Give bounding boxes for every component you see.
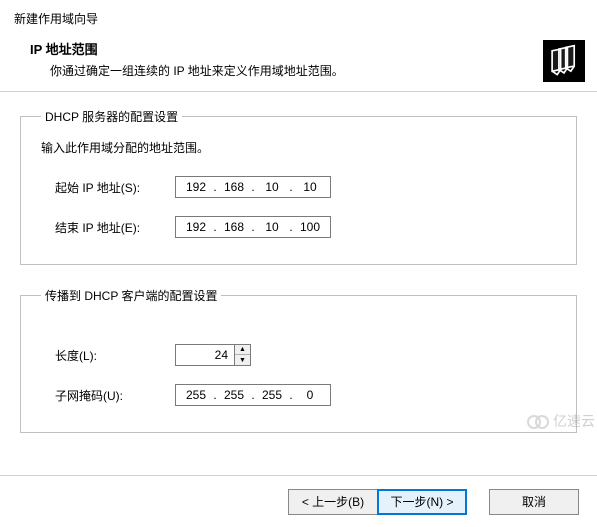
ip-octet[interactable]: 168 [218,220,250,234]
ip-octet[interactable]: 0 [294,388,326,402]
ip-octet[interactable]: 255 [256,388,288,402]
server-config-legend: DHCP 服务器的配置设置 [41,108,182,125]
cancel-button[interactable]: 取消 [489,489,579,515]
ip-octet[interactable]: 255 [218,388,250,402]
ip-octet[interactable]: 10 [294,180,326,194]
wizard-title: 新建作用域向导 [14,10,583,27]
ip-octet[interactable]: 10 [256,220,288,234]
ip-octet[interactable]: 192 [180,220,212,234]
ip-octet[interactable]: 192 [180,180,212,194]
page-subtitle: IP 地址范围 [30,39,583,58]
length-input[interactable]: 24 [175,344,235,366]
server-instruction: 输入此作用域分配的地址范围。 [41,139,556,156]
start-ip-input[interactable]: 192 . 168 . 10 . 10 [175,176,331,198]
length-label: 长度(L): [55,347,175,364]
spinner-up-icon[interactable]: ▲ [235,345,250,355]
start-ip-label: 起始 IP 地址(S): [55,179,175,196]
subnet-mask-input[interactable]: 255 . 255 . 255 . 0 [175,384,331,406]
ip-octet[interactable]: 100 [294,220,326,234]
client-config-group: 传播到 DHCP 客户端的配置设置 长度(L): 24 ▲ ▼ 子网掩码(U):… [20,287,577,433]
ip-octet[interactable]: 10 [256,180,288,194]
subnet-mask-label: 子网掩码(U): [55,387,175,404]
page-subtitle-desc: 你通过确定一组连续的 IP 地址来定义作用域地址范围。 [50,62,583,79]
ip-octet[interactable]: 255 [180,388,212,402]
spinner-down-icon[interactable]: ▼ [235,355,250,365]
server-config-group: DHCP 服务器的配置设置 输入此作用域分配的地址范围。 起始 IP 地址(S)… [20,108,577,265]
button-bar: < 上一步(B) 下一步(N) > 取消 [0,475,597,527]
ip-octet[interactable]: 168 [218,180,250,194]
end-ip-input[interactable]: 192 . 168 . 10 . 100 [175,216,331,238]
end-ip-label: 结束 IP 地址(E): [55,219,175,236]
wizard-icon [543,40,585,82]
client-config-legend: 传播到 DHCP 客户端的配置设置 [41,287,221,304]
back-button[interactable]: < 上一步(B) [288,489,378,515]
next-button[interactable]: 下一步(N) > [377,489,467,515]
